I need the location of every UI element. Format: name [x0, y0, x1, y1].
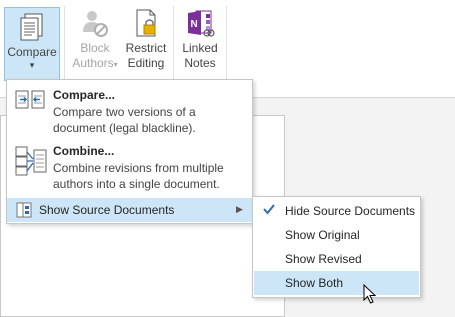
submenu-item-hide-source-documents[interactable]: Hide Source Documents — [254, 199, 419, 223]
show-source-documents-submenu: Hide Source Documents Show Original Show… — [252, 196, 421, 298]
linked-notes-label-1: Linked — [182, 41, 218, 55]
compare-dropdown-menu: Compare... Compare two versions of a doc… — [6, 79, 253, 224]
restrict-editing-icon — [136, 9, 156, 37]
combine-revisions-icon — [15, 146, 47, 176]
hide-source-documents-label: Hide Source Documents — [285, 204, 416, 218]
compare-title: Compare... — [53, 88, 116, 102]
ribbon-separator — [173, 6, 174, 90]
submenu-item-show-revised[interactable]: Show Revised — [254, 247, 419, 271]
restrict-editing-label-1: Restrict — [125, 41, 167, 55]
source-documents-icon — [16, 202, 32, 218]
linked-notes-label-2: Notes — [184, 56, 216, 70]
submenu-item-show-original[interactable]: Show Original — [254, 223, 419, 247]
show-source-documents-label: Show Source Documents — [39, 203, 175, 217]
mouse-cursor-icon — [363, 284, 377, 304]
show-original-label: Show Original — [285, 228, 360, 242]
combine-description: Combine revisions from multiple authors … — [53, 161, 224, 191]
submenu-arrow-icon: ▶ — [236, 204, 243, 214]
ribbon-separator — [226, 6, 227, 90]
restrict-editing-label-2: Editing — [127, 56, 165, 70]
block-authors-icon — [83, 11, 108, 37]
checkmark-icon — [263, 204, 275, 215]
block-authors-label-2-text: Authors — [72, 56, 114, 70]
compare-versions-icon — [15, 90, 45, 109]
menu-item-compare[interactable]: Compare... Compare two versions of a doc… — [7, 80, 252, 140]
menu-item-show-source-documents[interactable]: Show Source Documents ▶ — [7, 198, 252, 222]
compare-button[interactable]: Compare ▾ — [4, 7, 60, 81]
show-both-label: Show Both — [285, 276, 344, 290]
show-revised-label: Show Revised — [285, 252, 362, 266]
menu-item-combine[interactable]: Combine... Combine revisions from multip… — [7, 140, 252, 196]
compare-label: Compare — [7, 45, 57, 59]
compare-description: Compare two versions of a document (lega… — [53, 105, 196, 135]
block-authors-label-2: Authors▾ — [70, 56, 120, 72]
block-authors-dropdown-arrow: ▾ — [113, 60, 118, 69]
block-authors-label-1: Block — [80, 41, 110, 55]
svg-text:N: N — [191, 19, 198, 30]
compare-dropdown-arrow: ▾ — [29, 60, 35, 70]
combine-title: Combine... — [53, 144, 115, 158]
submenu-item-show-both[interactable]: Show Both — [254, 271, 419, 295]
ribbon-separator — [64, 6, 65, 90]
compare-documents-icon — [20, 13, 43, 41]
onenote-icon: N — [188, 10, 215, 37]
